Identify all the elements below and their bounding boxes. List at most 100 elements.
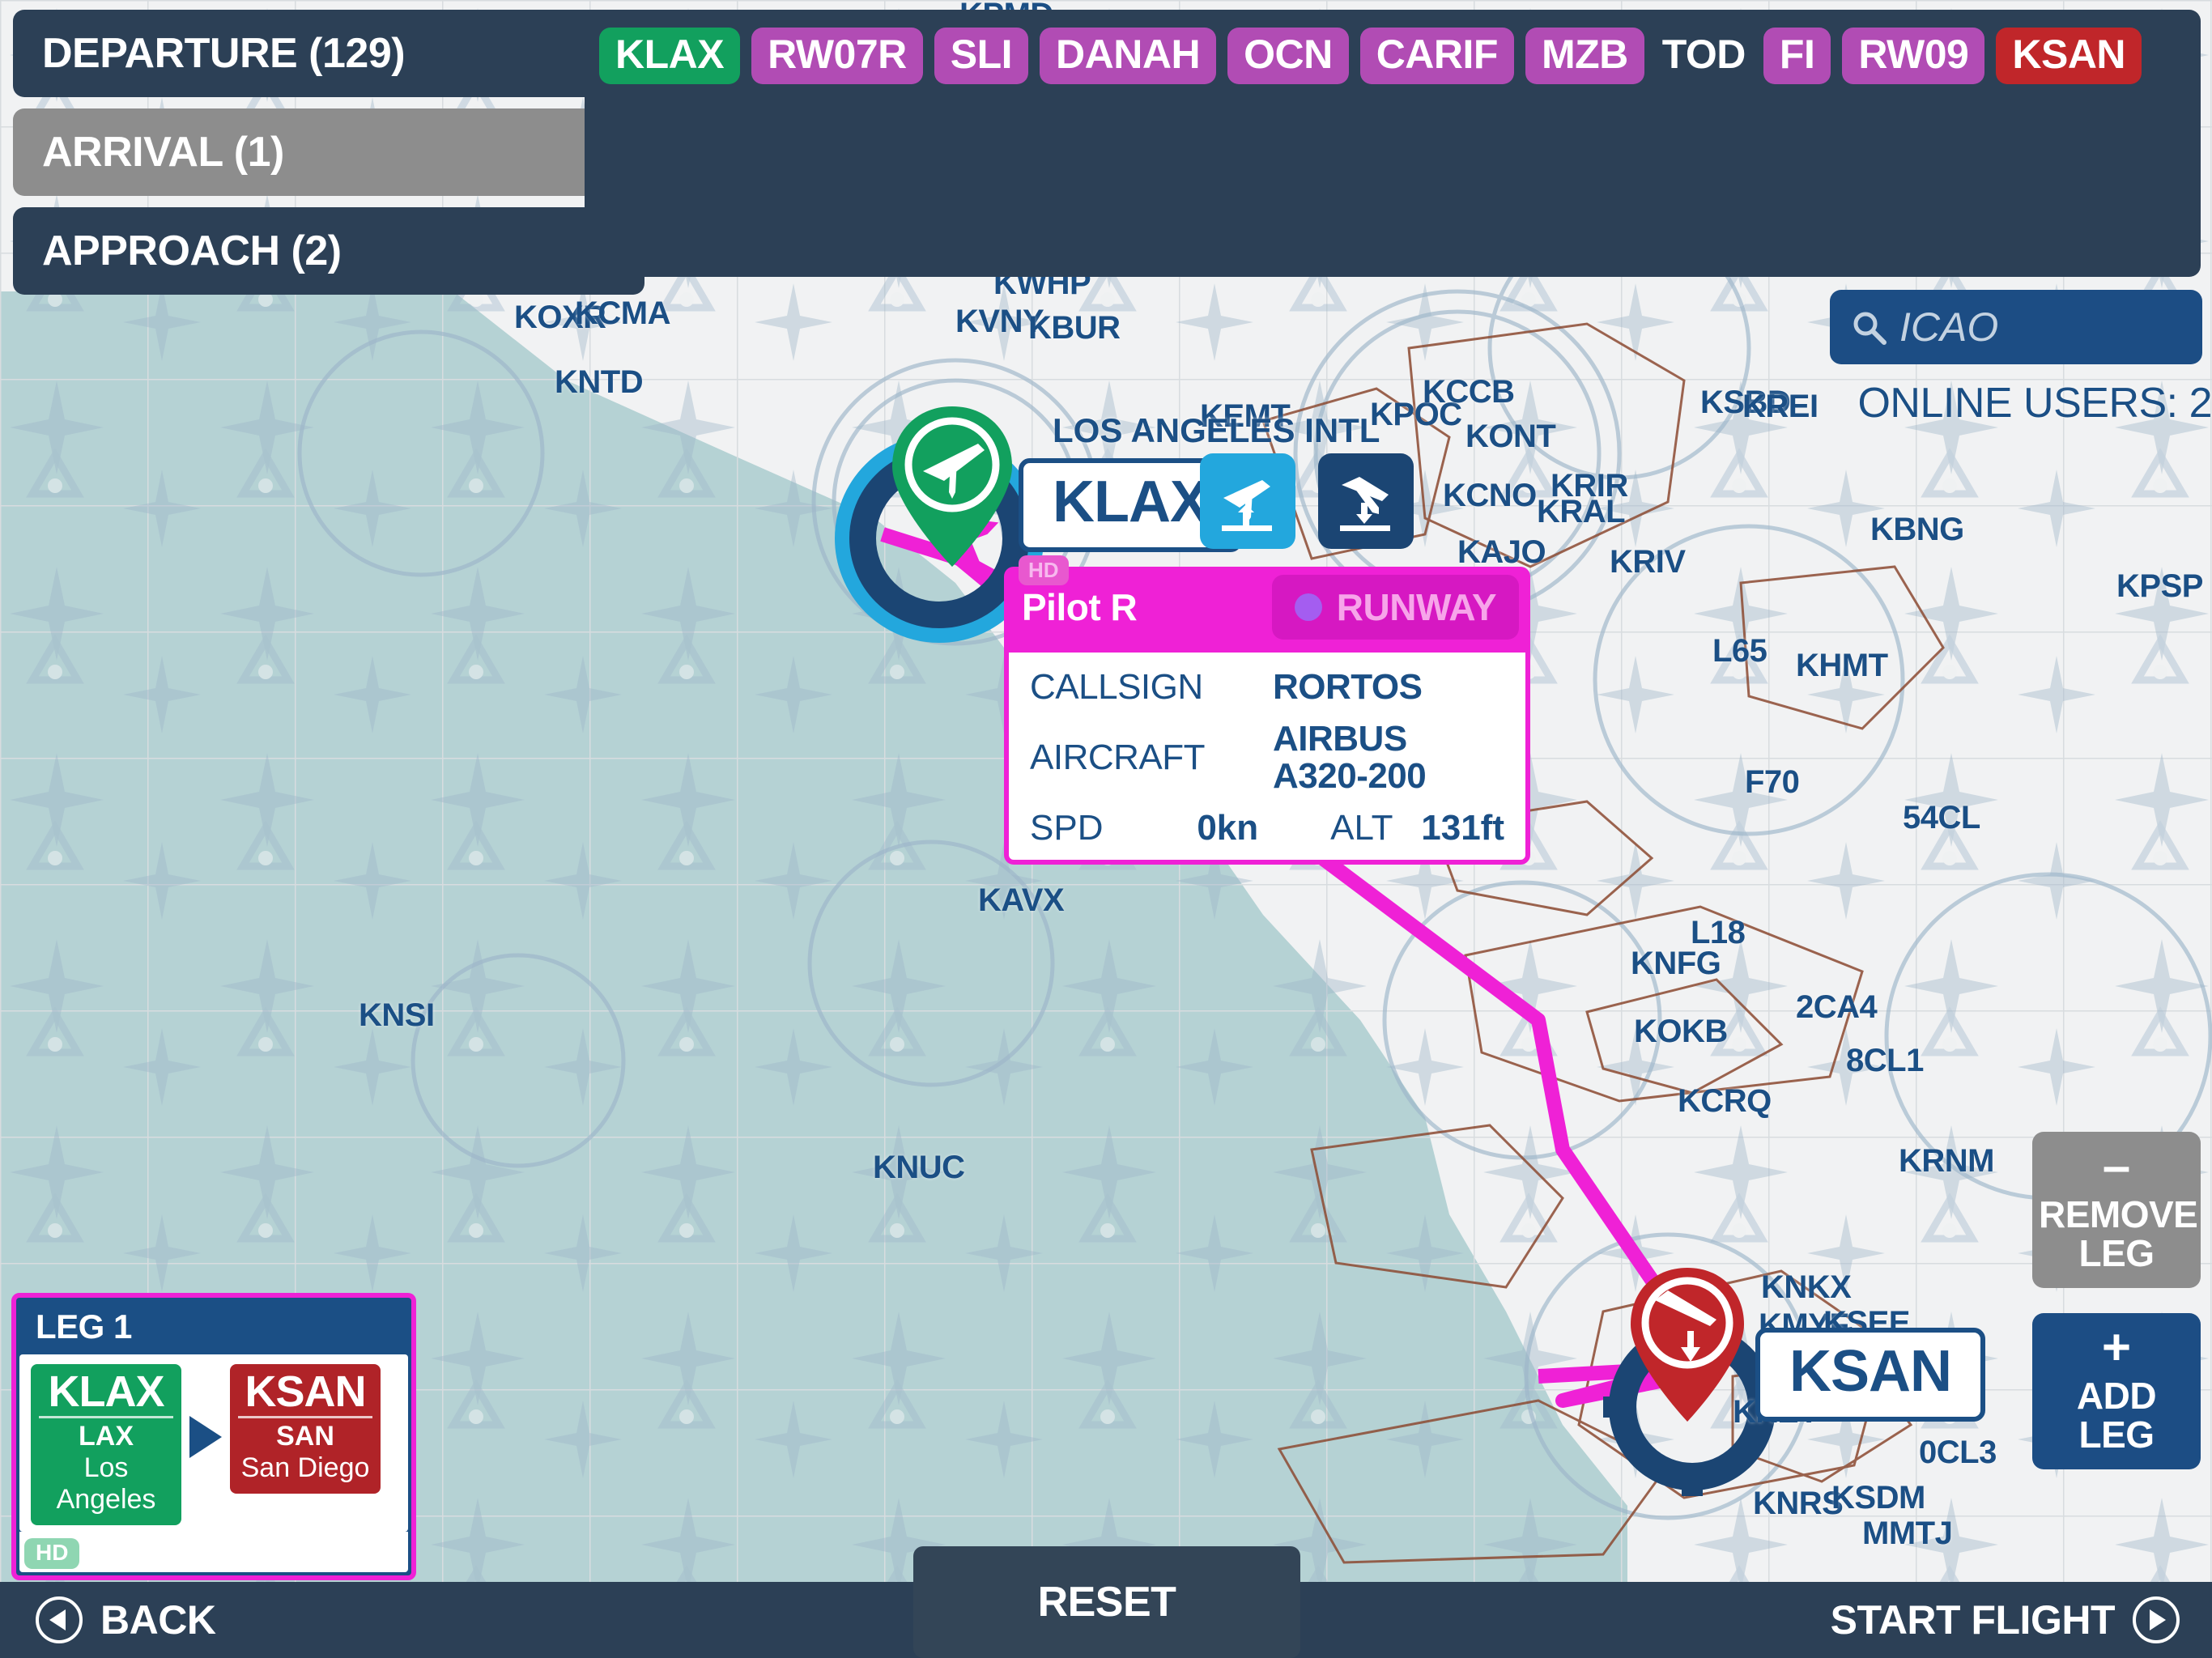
aircraft-label: AIRCRAFT <box>1030 738 1206 778</box>
callsign-value: RORTOS <box>1273 667 1423 707</box>
departure-filter-button[interactable] <box>1200 453 1295 549</box>
hd-badge: HD <box>1019 555 1069 585</box>
map-label-kokb: KOKB <box>1634 1014 1728 1049</box>
departure-airport-name: LOS ANGELES INTL <box>1053 411 1380 449</box>
departure-arrow-icon <box>1222 480 1272 531</box>
leg-title: LEG 1 <box>36 1307 132 1346</box>
map-label-2ca4: 2CA4 <box>1796 989 1878 1025</box>
leg-destination-box[interactable]: KSAN SAN San Diego <box>230 1363 381 1494</box>
aircraft-value-line2: A320-200 <box>1273 756 1427 797</box>
add-leg-button[interactable]: + ADD LEG <box>2032 1313 2201 1469</box>
map-label-l65: L65 <box>1712 633 1767 669</box>
map-label-0cl3: 0CL3 <box>1919 1435 1997 1470</box>
back-button[interactable]: BACK <box>36 1582 216 1658</box>
route-chip-carif[interactable]: CARIF <box>1359 28 1514 84</box>
klax-departure-pin[interactable] <box>887 402 1017 576</box>
arrival-filter-button[interactable] <box>1318 453 1414 549</box>
map-label-kbng: KBNG <box>1870 512 1964 547</box>
map-label-knrs: KNRS <box>1753 1486 1844 1521</box>
map-label-kbur: KBUR <box>1028 310 1121 346</box>
search-icon <box>1853 312 1887 345</box>
route-chip-fi[interactable]: FI <box>1763 28 1831 84</box>
leg-body: KLAX LAX Los Angeles KSAN SAN San Diego <box>19 1354 408 1532</box>
status-dot-icon <box>1294 593 1322 621</box>
tab-approach-label: APPROACH (2) <box>42 227 342 274</box>
callsign-label: CALLSIGN <box>1030 667 1203 707</box>
pilot-callout-header: HD Pilot R RUNWAY <box>1004 555 1530 648</box>
map-label-kccb: KCCB <box>1423 374 1515 410</box>
tab-departure[interactable]: DEPARTURE (129) <box>13 10 644 97</box>
icao-search-box[interactable] <box>1830 290 2202 364</box>
map-label-kpsp: KPSP <box>2116 568 2203 604</box>
back-label: BACK <box>100 1597 216 1643</box>
minus-icon: – <box>2102 1138 2131 1194</box>
aircraft-row: AIRCRAFT AIRBUS A320-200 <box>1030 719 1504 797</box>
map-label-krei: KREI <box>1742 389 1819 424</box>
route-chip-rw09[interactable]: RW09 <box>1842 28 1985 84</box>
map-label-kral: KRAL <box>1537 494 1626 529</box>
pilot-info-callout[interactable]: HD Pilot R RUNWAY CALLSIGN RORTOS AIRCRA… <box>1004 555 1530 865</box>
route-chip-sli[interactable]: SLI <box>934 28 1029 84</box>
tab-arrival[interactable]: ARRIVAL (1) <box>13 108 644 196</box>
chevron-right-icon <box>2133 1596 2180 1643</box>
leg-origin-icao: KLAX <box>48 1367 165 1416</box>
map-label-kntd: KNTD <box>555 364 644 400</box>
pilot-status-badge: RUNWAY <box>1271 575 1519 640</box>
route-chip-tod[interactable]: TOD <box>1656 28 1752 84</box>
route-chip-ocn[interactable]: OCN <box>1227 28 1349 84</box>
speed-altitude-row: SPD 0kn ALT 131ft <box>1030 808 1504 848</box>
map-label-kcrq: KCRQ <box>1678 1083 1772 1119</box>
remove-leg-label-line2: LEG <box>2078 1232 2155 1275</box>
ksan-arrival-pin[interactable] <box>1626 1263 1749 1429</box>
start-flight-button[interactable]: START FLIGHT <box>1831 1582 2180 1658</box>
route-chip-ksan[interactable]: KSAN <box>1996 28 2142 84</box>
tab-approach[interactable]: APPROACH (2) <box>13 207 644 295</box>
pilot-name: Pilot R <box>1022 586 1138 628</box>
map-label-54cl: 54CL <box>1903 800 1980 835</box>
leg-destination-icao: KSAN <box>245 1367 366 1416</box>
ksan-icao-plate[interactable]: KSAN <box>1755 1328 1986 1422</box>
map-label-f70: F70 <box>1745 764 1800 800</box>
bottom-toolbar: BACK RESET START FLIGHT <box>0 1546 2212 1658</box>
map-label-khmt: KHMT <box>1796 648 1888 683</box>
search-input[interactable] <box>1899 304 2181 351</box>
alt-value: 131ft <box>1421 808 1504 848</box>
route-chip-rw07r[interactable]: RW07R <box>751 28 923 84</box>
map-label-kont: KONT <box>1465 419 1556 454</box>
aircraft-value-line1: AIRBUS <box>1273 719 1407 759</box>
departure-pin-icon <box>892 406 1012 567</box>
arrival-pin-icon <box>1631 1268 1744 1422</box>
leg-card[interactable]: LEG 1 KLAX LAX Los Angeles KSAN SAN San … <box>11 1292 416 1580</box>
route-waypoint-bar: KLAX RW07R SLI DANAH OCN CARIF MZB TOD FI RW09 KSA… <box>585 10 2201 277</box>
map-label-mmtj: MMTJ <box>1862 1516 1953 1551</box>
leg-destination-iata: SAN <box>276 1421 334 1452</box>
route-chip-list: KLAX RW07R SLI DANAH OCN CARIF MZB TOD FI RW09 KSA… <box>599 28 2186 84</box>
route-chip-klax[interactable]: KLAX <box>599 28 741 84</box>
flight-phase-tabs: DEPARTURE (129) ARRIVAL (1) APPROACH (2) <box>13 10 644 306</box>
add-leg-label: ADD LEG <box>2076 1375 2157 1456</box>
callsign-row: CALLSIGN RORTOS <box>1030 667 1504 708</box>
leg-origin-city: Los Angeles <box>56 1452 156 1515</box>
reset-label: RESET <box>1037 1579 1176 1626</box>
reset-button[interactable]: RESET <box>913 1546 1300 1658</box>
map-label-knuc: KNUC <box>873 1150 965 1185</box>
map-label-krnm: KRNM <box>1899 1143 1994 1179</box>
spd-value: 0kn <box>1197 808 1259 848</box>
remove-leg-button[interactable]: – REMOVE LEG <box>2032 1132 2201 1288</box>
map-label-knfg: KNFG <box>1631 946 1721 981</box>
route-chip-mzb[interactable]: MZB <box>1525 28 1644 84</box>
map-label-8cl1: 8CL1 <box>1846 1043 1924 1078</box>
route-chip-danah[interactable]: DANAH <box>1040 28 1217 84</box>
online-users-count: ONLINE USERS: 2 <box>1857 380 2212 427</box>
map-label-kcno: KCNO <box>1443 478 1537 513</box>
divider <box>238 1416 372 1419</box>
flight-planner-screen: KPMDKOXRKCMAKNTDKWHPKVNYKBURKEMTKPOCKCCB… <box>0 0 2212 1658</box>
arrival-arrow-icon <box>1340 477 1390 531</box>
map-label-knkx: KNKX <box>1761 1269 1852 1305</box>
leg-origin-box[interactable]: KLAX LAX Los Angeles <box>31 1363 181 1525</box>
start-flight-label: START FLIGHT <box>1830 1597 2116 1643</box>
leg-destination-city: San Diego <box>240 1452 370 1483</box>
leg-origin-iata: LAX <box>79 1421 134 1452</box>
map-label-kavx: KAVX <box>978 882 1065 918</box>
leg-hd-badge: HD <box>24 1538 80 1569</box>
